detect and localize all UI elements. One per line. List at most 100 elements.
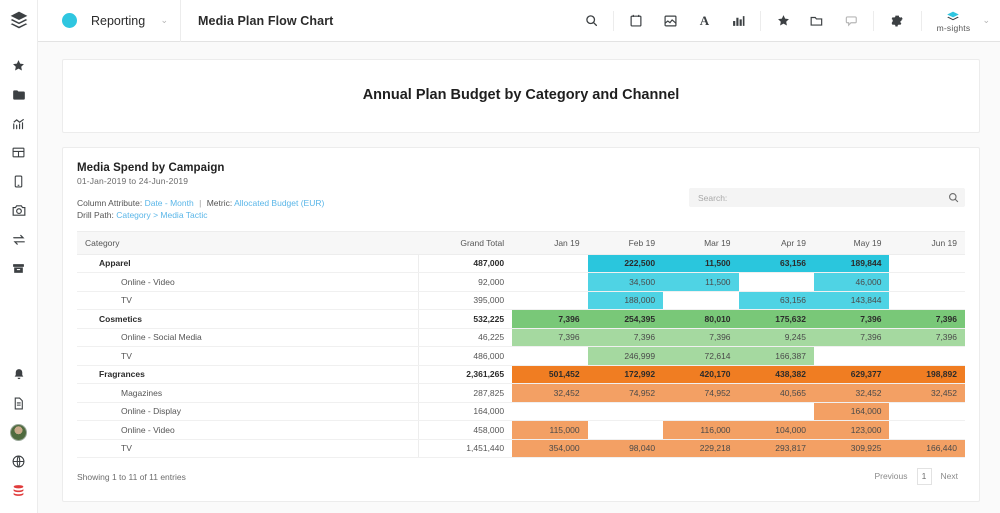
- col-header-jun-19[interactable]: Jun 19: [889, 230, 965, 255]
- row-value-apr-19: 175,632: [738, 309, 814, 329]
- rail-item-user-avatar[interactable]: [0, 418, 38, 447]
- row-value-jun-19: 198,892: [889, 365, 965, 385]
- row-value-mar-19: [663, 402, 739, 422]
- row-value-mar-19: 11,500: [663, 254, 739, 274]
- row-label[interactable]: TV: [77, 346, 419, 366]
- row-grand-total: 164,000: [418, 402, 513, 422]
- row-value-apr-19: 438,382: [738, 365, 814, 385]
- search-input[interactable]: [689, 192, 941, 203]
- table-row[interactable]: Apparel 487,000 222,500 11,500 63,156 189,844: [77, 254, 965, 274]
- current-page-number[interactable]: 1: [916, 468, 932, 486]
- table-row[interactable]: Online - Social Media 46,225 7,396 7,396 7,3…: [77, 328, 965, 348]
- row-label[interactable]: Online - Video: [77, 420, 419, 440]
- chevron-down-icon[interactable]: ⌄: [160, 16, 168, 25]
- module-dot-icon: [62, 13, 77, 28]
- rail-item-database[interactable]: [0, 476, 38, 505]
- table-row[interactable]: TV 486,000 246,999 72,614 166,387: [77, 346, 965, 366]
- row-grand-total: 458,000: [418, 420, 513, 440]
- row-value-jun-19: [889, 402, 965, 422]
- metric-value[interactable]: Allocated Budget (EUR): [234, 198, 324, 208]
- layers-logo-icon[interactable]: [9, 10, 29, 35]
- rail-item-analytics[interactable]: [0, 109, 38, 138]
- col-header-jan-19[interactable]: Jan 19: [512, 230, 588, 255]
- row-grand-total: 2,361,265: [418, 365, 513, 385]
- search-submit-icon[interactable]: [941, 192, 965, 203]
- row-label[interactable]: Magazines: [77, 383, 419, 403]
- rail-item-folders[interactable]: [0, 80, 38, 109]
- row-value-may-19: [814, 346, 890, 366]
- page-title-header: Media Plan Flow Chart: [198, 13, 334, 28]
- comment-icon[interactable]: [834, 0, 868, 42]
- user-name: m-sights: [936, 22, 971, 33]
- row-value-jan-19: 7,396: [512, 309, 588, 329]
- row-value-jun-19: [889, 291, 965, 311]
- calendar-icon[interactable]: [619, 0, 653, 42]
- folder-open-icon[interactable]: [800, 0, 834, 42]
- previous-page-button[interactable]: Previous: [867, 468, 914, 485]
- row-value-feb-19: 254,395: [587, 309, 664, 329]
- table-row[interactable]: Magazines 287,825 32,452 74,952 74,952 40,565…: [77, 383, 965, 403]
- row-value-mar-19: 116,000: [663, 420, 739, 440]
- col-header-feb-19[interactable]: Feb 19: [587, 230, 664, 255]
- row-value-may-19: 123,000: [814, 420, 890, 440]
- table-row[interactable]: Online - Video 458,000 115,000 116,000 104,0…: [77, 420, 965, 440]
- rail-item-notifications[interactable]: [0, 360, 38, 389]
- row-grand-total: 395,000: [418, 291, 513, 311]
- table-row[interactable]: Online - Display 164,000 164,000: [77, 402, 965, 422]
- row-label[interactable]: Online - Social Media: [77, 328, 419, 348]
- row-label[interactable]: Online - Video: [77, 272, 419, 292]
- rail-item-documents[interactable]: [0, 389, 38, 418]
- search-box[interactable]: [689, 188, 965, 207]
- col-header-may-19[interactable]: May 19: [814, 230, 890, 255]
- topbar-divider: [180, 0, 181, 42]
- row-label[interactable]: TV: [77, 439, 419, 459]
- table-row[interactable]: Online - Video 92,000 34,500 11,500 46,000: [77, 272, 965, 292]
- row-grand-total: 532,225: [418, 309, 513, 329]
- row-value-jun-19: 32,452: [889, 383, 965, 403]
- rail-item-snapshots[interactable]: [0, 196, 38, 225]
- table-row[interactable]: TV 1,451,440 354,000 98,040 229,218 293,817 30…: [77, 439, 965, 459]
- table-row[interactable]: Cosmetics 532,225 7,396 254,395 80,010 175,63…: [77, 309, 965, 329]
- rail-item-favorites[interactable]: [0, 51, 38, 80]
- gear-icon[interactable]: [879, 0, 913, 42]
- row-value-may-19: 7,396: [814, 309, 890, 329]
- image-icon[interactable]: [653, 0, 687, 42]
- table-row[interactable]: TV 395,000 188,000 63,156 143,844: [77, 291, 965, 311]
- row-label[interactable]: Fragrances: [77, 365, 419, 385]
- row-value-may-19: 309,925: [814, 439, 890, 459]
- table-row[interactable]: Fragrances 2,361,265 501,452 172,992 420,170…: [77, 365, 965, 385]
- row-grand-total: 1,451,440: [418, 439, 513, 459]
- drill-path-value[interactable]: Category > Media Tactic: [116, 210, 207, 220]
- rail-item-mobile[interactable]: [0, 167, 38, 196]
- search-icon[interactable]: [574, 0, 608, 42]
- module-selector[interactable]: Reporting ⌄: [38, 13, 180, 28]
- row-label[interactable]: Online - Display: [77, 402, 419, 422]
- row-value-mar-19: 420,170: [663, 365, 739, 385]
- row-value-feb-19: 98,040: [587, 439, 664, 459]
- rail-item-tables[interactable]: [0, 138, 38, 167]
- favorite-star-icon[interactable]: [766, 0, 800, 42]
- row-value-jun-19: [889, 346, 965, 366]
- user-chevron-down-icon[interactable]: ⌄: [982, 15, 990, 26]
- row-value-feb-19: 222,500: [587, 254, 664, 274]
- top-bar: Reporting ⌄ Media Plan Flow Chart A m-si…: [38, 0, 1000, 42]
- chart-icon[interactable]: [721, 0, 755, 42]
- row-label[interactable]: Apparel: [77, 254, 419, 274]
- row-value-mar-19: 80,010: [663, 309, 739, 329]
- rail-item-transfers[interactable]: [0, 225, 38, 254]
- col-header-grand-total[interactable]: Grand Total: [418, 230, 513, 255]
- user-menu[interactable]: m-sights: [927, 0, 979, 42]
- text-icon[interactable]: A: [687, 0, 721, 42]
- next-page-button[interactable]: Next: [934, 468, 965, 485]
- row-value-feb-19: [587, 420, 664, 440]
- col-header-apr-19[interactable]: Apr 19: [738, 230, 814, 255]
- column-attribute-value[interactable]: Date - Month: [145, 198, 194, 208]
- avatar: [10, 424, 27, 441]
- row-label[interactable]: Cosmetics: [77, 309, 419, 329]
- col-header-category[interactable]: Category: [77, 230, 419, 255]
- meta-separator: |: [199, 198, 202, 208]
- row-label[interactable]: TV: [77, 291, 419, 311]
- rail-item-globe[interactable]: [0, 447, 38, 476]
- col-header-mar-19[interactable]: Mar 19: [663, 230, 739, 255]
- rail-item-archive[interactable]: [0, 254, 38, 283]
